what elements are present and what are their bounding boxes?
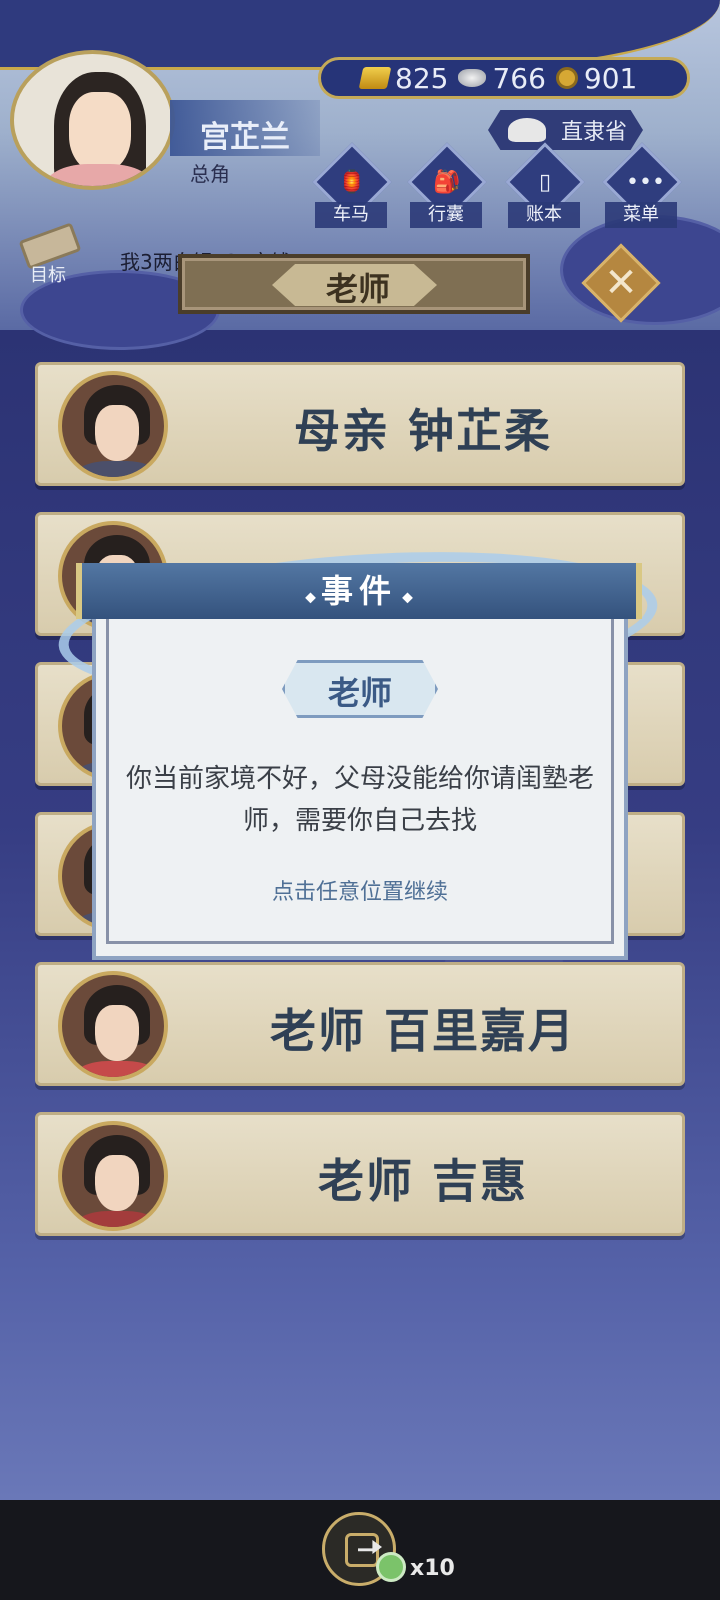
gold-ingot-icon (358, 67, 392, 89)
carriage-label: 车马 (315, 202, 387, 228)
menu-label: 菜单 (605, 202, 677, 228)
teacher-name: 老师 百里嘉月 (269, 1004, 576, 1058)
jade-reward-icon (376, 1552, 406, 1582)
teacher-card[interactable]: 老师 百里嘉月 (35, 962, 685, 1086)
reward-count: x10 (410, 1556, 455, 1581)
teacher-portrait (58, 1121, 168, 1231)
menu-button[interactable]: ••• 菜单 (600, 142, 682, 230)
diamond-dot-icon: ◆ (305, 589, 316, 606)
bag-icon: 🎒 (433, 170, 461, 195)
player-avatar[interactable] (10, 50, 175, 190)
goal-button[interactable]: 目标 (12, 222, 92, 286)
teacher-portrait (58, 371, 168, 481)
more-icon: ••• (626, 170, 665, 195)
ledger-label: 账本 (508, 202, 580, 228)
official-hat-icon (508, 118, 546, 142)
teacher-portrait (58, 971, 168, 1081)
bag-label: 行囊 (410, 202, 482, 228)
player-name: 宫芷兰 (200, 120, 290, 155)
diamond-dot-icon: ◆ (402, 589, 413, 606)
share-icon (345, 1533, 379, 1567)
goal-label: 目标 (30, 265, 66, 286)
teacher-name: 老师 吉惠 (317, 1154, 528, 1208)
teacher-name: 母亲 钟芷柔 (293, 404, 552, 458)
currency-bar: 825 766 901 (318, 57, 690, 99)
teacher-card[interactable]: 老师 吉惠 (35, 1112, 685, 1236)
continue-hint[interactable]: 点击任意位置继续 (120, 874, 600, 906)
silver-amount: 766 (492, 61, 546, 95)
ledger-button[interactable]: ▯ 账本 (503, 142, 585, 230)
close-icon: ✕ (604, 260, 638, 306)
province-label: 直隶省 (560, 120, 627, 145)
province-button[interactable]: 直隶省 (488, 110, 643, 150)
silver-ingot-icon (458, 69, 487, 87)
panel-title-box: 老师 (178, 254, 530, 314)
ledger-icon: ▯ (538, 170, 552, 195)
player-role: 总角 (190, 162, 230, 186)
teacher-card[interactable]: 母亲 钟芷柔 (35, 362, 685, 486)
copper-coin-icon (555, 67, 578, 89)
coin-amount: 901 (583, 61, 638, 95)
carriage-icon: 🏮 (338, 170, 366, 195)
event-title: 事件 (320, 572, 397, 610)
gold-amount: 825 (395, 61, 449, 95)
panel-title: 老师 (325, 270, 390, 308)
bag-button[interactable]: 🎒 行囊 (405, 142, 487, 230)
event-message: 你当前家境不好，父母没能给你请闺塾老师，需要你自己去找 (125, 764, 594, 836)
event-header: ◆ 事件 ◆ (76, 563, 642, 619)
carriage-button[interactable]: 🏮 车马 (310, 142, 392, 230)
event-tag-label: 老师 (327, 674, 392, 712)
